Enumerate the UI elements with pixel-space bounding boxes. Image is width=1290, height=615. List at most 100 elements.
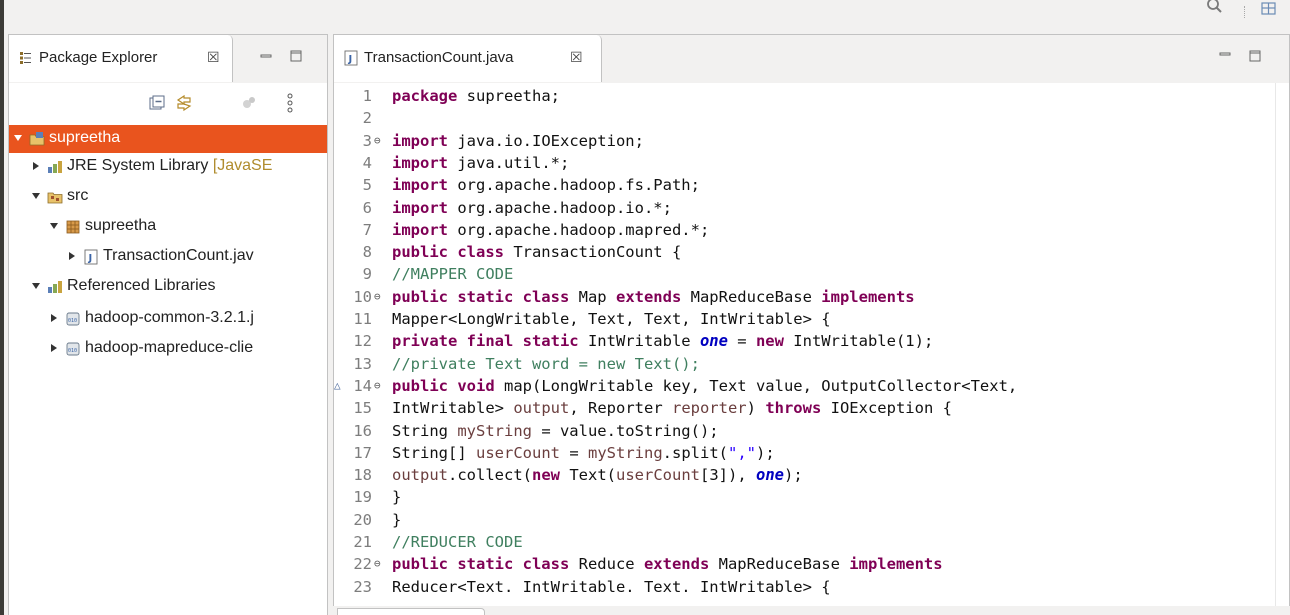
code-line[interactable]: 23 Reducer<Text. IntWritable. Text. IntWr…	[334, 576, 1274, 598]
chevron-down-icon[interactable]	[31, 191, 41, 201]
code-line[interactable]: 8 public class TransactionCount {	[334, 241, 1274, 263]
code-line[interactable]: 9 //MAPPER CODE	[334, 263, 1274, 285]
code-token: Mapper<LongWritable, Text, Text, IntWrit…	[392, 310, 831, 328]
perspective-icon[interactable]	[1260, 2, 1278, 18]
main-toolbar	[4, 0, 1290, 32]
tree-item-src[interactable]: src	[9, 183, 327, 211]
tree-item-label: hadoop-common-3.2.1.j	[85, 309, 254, 326]
code-line[interactable]: 7 import org.apache.hadoop.mapred.*;	[334, 219, 1274, 241]
project-icon	[29, 132, 45, 146]
code-line[interactable]: 5 import org.apache.hadoop.fs.Path;	[334, 174, 1274, 196]
minimize-icon[interactable]	[259, 49, 273, 63]
code-text: public static class Map extends MapReduc…	[392, 286, 915, 308]
tree-item-java-file[interactable]: J TransactionCount.jav	[9, 243, 327, 271]
tree-item-jar[interactable]: 010 hadoop-common-3.2.1.j	[9, 305, 327, 333]
minimize-icon[interactable]	[1218, 47, 1232, 61]
code-token: private final static	[392, 332, 579, 351]
library-icon	[48, 161, 62, 173]
tree-item-package[interactable]: supreetha	[9, 213, 327, 241]
code-token: TransactionCount {	[503, 243, 682, 262]
code-line[interactable]: 17 String[] userCount = myString.split(",…	[334, 442, 1274, 464]
code-line[interactable]: 13 //private Text word = new Text();	[334, 353, 1274, 375]
tree-item-jar[interactable]: 010 hadoop-mapreduce-clie	[9, 335, 327, 363]
code-line[interactable]: 15 IntWritable> output, Reporter reporter…	[334, 397, 1274, 419]
chevron-down-icon[interactable]	[13, 133, 23, 143]
code-token: userCount	[476, 443, 560, 462]
link-with-editor-icon[interactable]	[175, 94, 193, 112]
code-area[interactable]: 1 package supreetha; 2 3 ⊖ import java.io.IOE…	[334, 83, 1274, 607]
chevron-down-icon[interactable]	[49, 221, 59, 231]
code-line[interactable]: 3 ⊖ import java.io.IOException;	[334, 130, 1274, 152]
tree-item-jre-library[interactable]: JRE System Library [JavaSE	[9, 153, 327, 181]
code-line[interactable]: 21 //REDUCER CODE	[334, 531, 1274, 553]
code-token: supreetha;	[457, 87, 560, 105]
java-file-icon: J	[84, 249, 98, 265]
code-line[interactable]: 22 ⊖ public static class Reduce extends Ma…	[334, 553, 1274, 575]
code-token: Reducer<Text. IntWritable. Text. IntWrit…	[392, 577, 831, 596]
code-text: public void map(LongWritable key, Text v…	[392, 375, 1017, 397]
code-token: java.util.*;	[448, 153, 570, 172]
java-file-icon: J	[344, 50, 358, 66]
code-token: String	[392, 421, 458, 440]
chevron-right-icon[interactable]	[49, 343, 59, 353]
jar-icon: 010	[66, 312, 80, 326]
code-line[interactable]: 1 package supreetha;	[334, 85, 1274, 107]
tree-item-referenced-libraries[interactable]: Referenced Libraries	[9, 273, 327, 301]
code-token: MapReduceBase	[709, 555, 850, 574]
vertical-scrollbar[interactable]	[1275, 83, 1289, 607]
line-number: 17	[353, 443, 372, 462]
line-number: 6	[362, 198, 372, 217]
code-token: );	[755, 443, 775, 462]
collapse-all-icon[interactable]	[149, 95, 165, 111]
code-text: public static class Reduce extends MapRe…	[392, 553, 943, 575]
code-line[interactable]: 12 private final static IntWritable one =…	[334, 330, 1274, 352]
code-text: public class TransactionCount {	[392, 241, 681, 263]
line-number: 8	[362, 243, 372, 262]
code-token: myString	[457, 421, 532, 440]
bottom-panel-tab[interactable]	[337, 608, 485, 615]
line-number: 1	[362, 87, 372, 105]
tree-item-project[interactable]: supreetha	[9, 125, 327, 153]
code-token: java.io.IOException;	[448, 131, 644, 150]
code-line[interactable]: 4 import java.util.*;	[334, 152, 1274, 174]
fold-toggle-icon[interactable]: ⊖	[374, 130, 386, 152]
close-icon[interactable]: ☒	[207, 49, 220, 66]
chevron-right-icon[interactable]	[49, 313, 59, 323]
svg-text:J: J	[348, 54, 353, 65]
chevron-down-icon[interactable]	[31, 281, 41, 291]
code-token: ","	[727, 443, 756, 462]
code-token: }	[392, 488, 402, 507]
code-text: }	[392, 486, 401, 508]
fold-toggle-icon[interactable]: ⊖	[374, 553, 386, 575]
search-icon[interactable]	[1204, 0, 1226, 18]
code-line[interactable]: 6 import org.apache.hadoop.io.*;	[334, 197, 1274, 219]
code-editor[interactable]: 1 package supreetha; 2 3 ⊖ import java.io.IOE…	[334, 83, 1289, 607]
code-line[interactable]: 10 ⊖ public static class Map extends MapRe…	[334, 286, 1274, 308]
fold-toggle-icon[interactable]: ⊖	[374, 286, 386, 308]
code-line[interactable]: 19}	[334, 486, 1274, 508]
maximize-icon[interactable]	[1248, 49, 1262, 63]
chevron-right-icon[interactable]	[31, 161, 41, 171]
fold-toggle-icon[interactable]: ⊖	[374, 375, 386, 397]
code-line[interactable]: 2	[334, 107, 1274, 129]
code-token: IOException {	[821, 399, 952, 418]
code-line[interactable]: 20}	[334, 509, 1274, 531]
chevron-right-icon[interactable]	[67, 251, 77, 261]
code-token: new	[755, 332, 784, 351]
close-icon[interactable]: ☒	[570, 49, 583, 66]
code-line[interactable]: △ 14 ⊖ public void map(LongWritable key, Te…	[334, 375, 1274, 397]
code-text: Reducer<Text. IntWritable. Text. IntWrit…	[392, 576, 831, 598]
code-line[interactable]: 18 output.collect(new Text(userCount[3]),…	[334, 464, 1274, 486]
code-token: org.apache.hadoop.io.*;	[448, 198, 672, 217]
maximize-icon[interactable]	[289, 49, 303, 63]
line-number: 3	[362, 131, 372, 150]
line-number: 12	[353, 332, 372, 351]
focus-icon[interactable]	[241, 95, 257, 111]
code-text: import java.io.IOException;	[392, 130, 644, 152]
view-menu-icon[interactable]	[285, 93, 295, 113]
code-token: );	[784, 466, 803, 485]
code-line[interactable]: 11 Mapper<LongWritable, Text, Text, IntWr…	[334, 308, 1274, 330]
code-token: org.apache.hadoop.mapred.*;	[448, 220, 710, 239]
code-line[interactable]: 16 String myString = value.toString();	[334, 420, 1274, 442]
code-token: new	[532, 466, 560, 485]
